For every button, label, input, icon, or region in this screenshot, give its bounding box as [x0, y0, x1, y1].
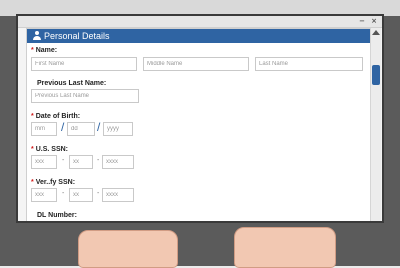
- verify-ssn-part2-input[interactable]: [69, 188, 93, 202]
- dob-year-input[interactable]: [103, 122, 133, 136]
- dob-month-input[interactable]: [31, 122, 57, 136]
- previous-last-name-input[interactable]: [31, 89, 139, 103]
- middle-name-input[interactable]: [143, 57, 249, 71]
- verify-ssn-dash: -: [62, 190, 65, 197]
- first-name-input[interactable]: [31, 57, 137, 71]
- required-marker: *: [31, 113, 34, 120]
- window-title-bar: − ×: [18, 16, 382, 28]
- laptop-keyboard-deck: [0, 223, 400, 266]
- person-icon: [33, 31, 41, 40]
- scrollbar[interactable]: [370, 28, 381, 221]
- minimize-button[interactable]: −: [358, 17, 366, 25]
- required-marker: *: [31, 146, 34, 153]
- verify-ssn-label: * Ver..fy SSN:: [31, 179, 76, 186]
- ssn-dash: -: [62, 157, 65, 164]
- laptop-screen: − × Personal Details *Name: Previous Las…: [16, 14, 384, 223]
- close-button[interactable]: ×: [370, 17, 378, 25]
- personal-details-form: Personal Details *Name: Previous Last Na…: [26, 28, 376, 221]
- scrollbar-thumb[interactable]: [372, 65, 380, 85]
- required-marker: *: [31, 47, 34, 54]
- verify-ssn-part1-input[interactable]: [31, 188, 57, 202]
- ssn-part2-input[interactable]: [69, 155, 93, 169]
- form-header-title: Personal Details: [44, 31, 110, 41]
- form-header: Personal Details: [27, 29, 375, 43]
- right-hand: [234, 227, 336, 268]
- dob-label: * Date of Birth:: [31, 113, 81, 120]
- chevron-up-icon[interactable]: [372, 30, 380, 35]
- ssn-part1-input[interactable]: [31, 155, 57, 169]
- ssn-dash: -: [97, 157, 100, 164]
- last-name-input[interactable]: [255, 57, 363, 71]
- name-label: * Name:: [31, 47, 58, 54]
- dob-separator: /: [61, 120, 65, 134]
- dl-number-label: DL Number:: [37, 212, 77, 219]
- left-hand: [78, 230, 178, 268]
- dob-separator: /: [97, 120, 101, 134]
- dob-day-input[interactable]: [67, 122, 95, 136]
- ssn-label: * U.S. SSN:: [31, 146, 69, 153]
- previous-last-name-label: Previous Last Name:: [37, 80, 107, 87]
- required-marker: *: [31, 179, 34, 186]
- ssn-part3-input[interactable]: [102, 155, 134, 169]
- verify-ssn-dash: -: [97, 190, 100, 197]
- verify-ssn-part3-input[interactable]: [102, 188, 134, 202]
